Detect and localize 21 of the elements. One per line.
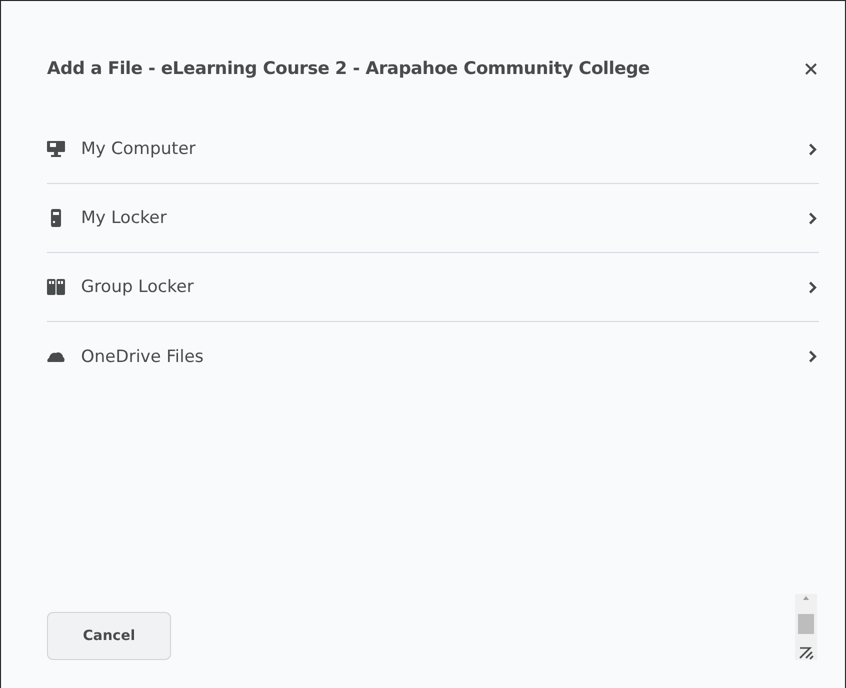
chevron-right-icon <box>808 212 817 224</box>
lockers-icon <box>47 279 65 295</box>
chevron-right-icon <box>808 142 817 156</box>
source-item[interactable]: OneDrive Files <box>47 322 819 391</box>
chevron-right-icon <box>808 280 817 294</box>
source-label: My Locker <box>81 208 168 228</box>
chevron-right-icon <box>808 350 817 363</box>
source-item[interactable]: My Computer <box>47 115 819 184</box>
cloud-icon <box>47 351 65 362</box>
resize-grip-icon[interactable] <box>798 646 814 660</box>
source-label: My Computer <box>81 139 197 159</box>
source-label: Group Locker <box>81 277 195 297</box>
source-item[interactable]: Group Locker <box>47 253 819 322</box>
monitor-icon <box>47 141 65 157</box>
source-item[interactable]: My Locker <box>47 184 819 253</box>
close-icon[interactable] <box>805 63 817 75</box>
cancel-button[interactable]: Cancel <box>47 612 171 660</box>
dialog-title: Add a File - eLearning Course 2 - Arapahoe Community College <box>47 59 650 79</box>
scrollbar[interactable] <box>795 594 817 660</box>
source-label: OneDrive Files <box>81 346 205 366</box>
scroll-thumb[interactable] <box>798 614 814 634</box>
